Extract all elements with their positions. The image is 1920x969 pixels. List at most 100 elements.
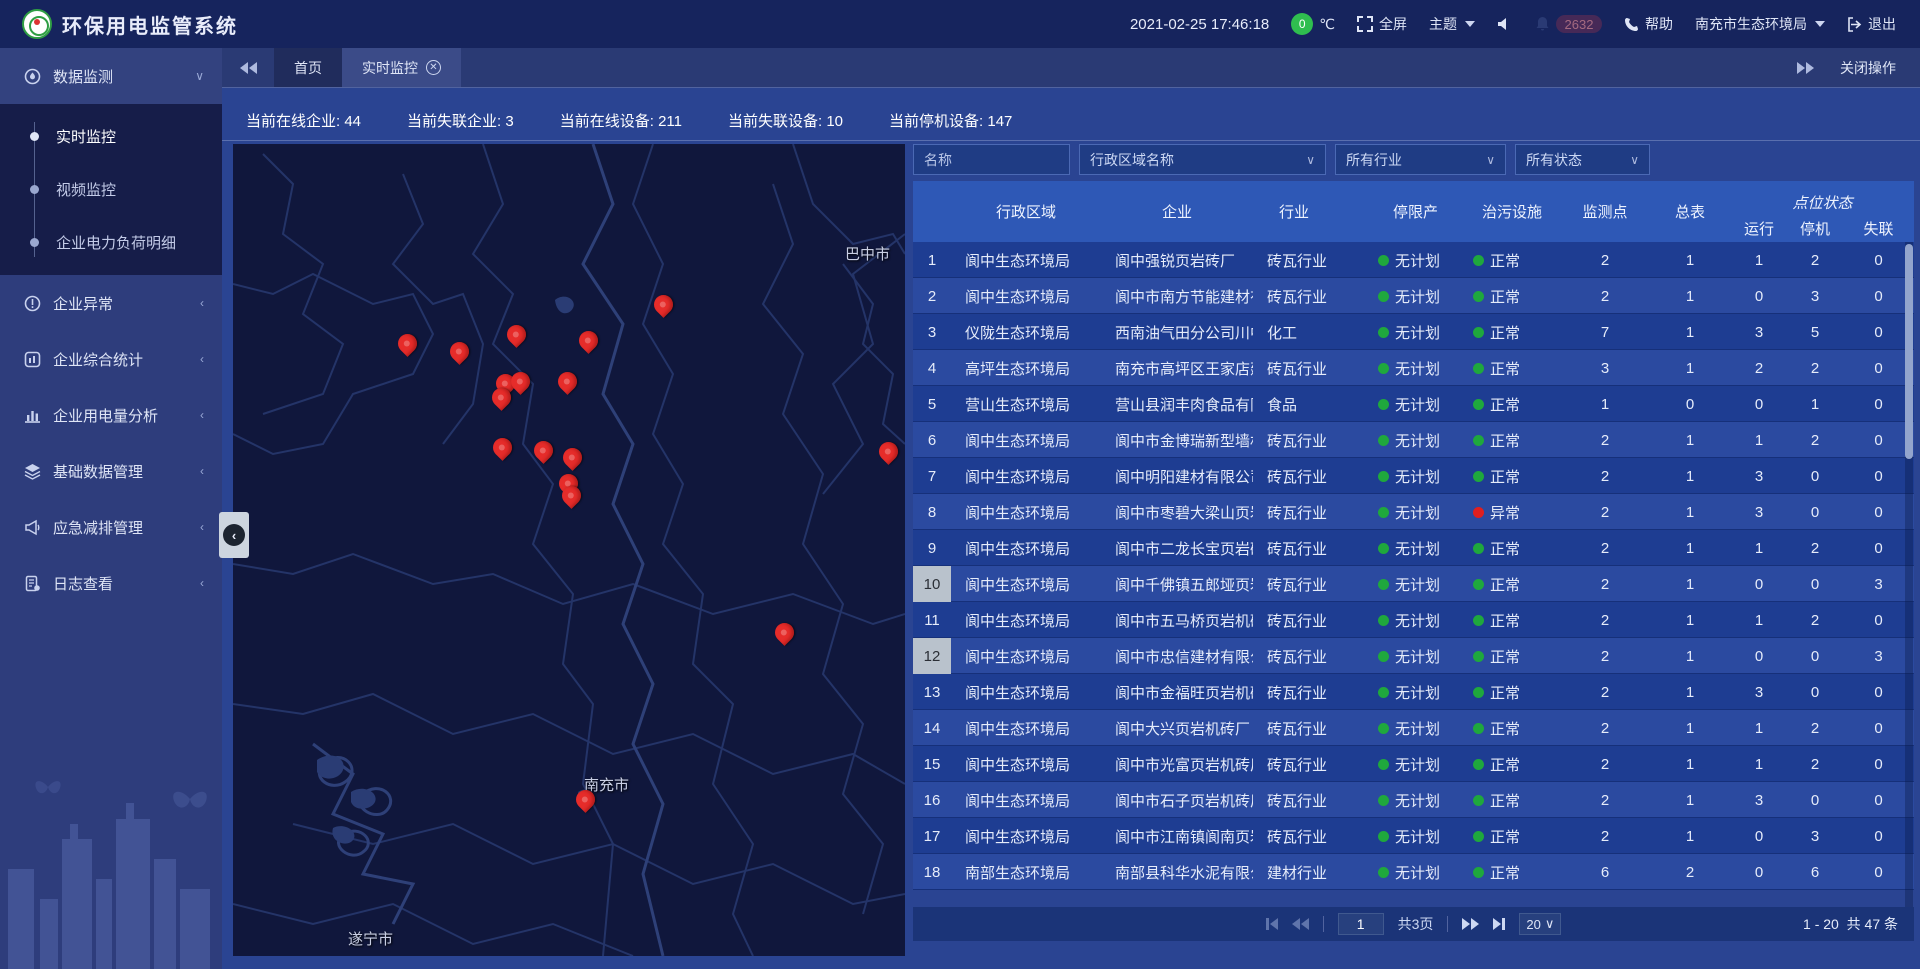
status-dot bbox=[1378, 687, 1389, 698]
close-operations-button[interactable]: 关闭操作 bbox=[1840, 58, 1896, 78]
logout-button[interactable]: 退出 bbox=[1847, 14, 1896, 34]
fullscreen-button[interactable]: 全屏 bbox=[1357, 14, 1407, 34]
sidebar-section-0[interactable]: 数据监测 ∨ bbox=[0, 48, 222, 104]
sidebar-section-6[interactable]: 日志查看 ‹ bbox=[0, 555, 222, 611]
row-stop-status: 无计划 bbox=[1368, 538, 1463, 559]
monitor-clock-icon bbox=[24, 68, 41, 85]
region-filter-select[interactable]: 行政区域名称 ∨ bbox=[1079, 144, 1326, 175]
sidebar-item-企业电力负荷明细[interactable]: 企业电力负荷明细 bbox=[0, 216, 222, 269]
col-industry: 行业 bbox=[1253, 181, 1368, 242]
help-button[interactable]: 帮助 bbox=[1624, 14, 1673, 34]
row-run: 0 bbox=[1731, 864, 1787, 881]
row-index: 18 bbox=[913, 854, 951, 890]
sidebar-section-5[interactable]: 应急减排管理 ‹ bbox=[0, 499, 222, 555]
table-row[interactable]: 6 阆中生态环境局 阆中市金博瑞新型墙材 砖瓦行业 无计划 正常 2 1 1 2… bbox=[913, 422, 1914, 458]
stat-value: 147 bbox=[987, 113, 1012, 130]
sidebar-section-1[interactable]: 企业异常 ‹ bbox=[0, 275, 222, 331]
row-index: 4 bbox=[913, 350, 951, 386]
map-city-label: 遂宁市 bbox=[348, 928, 393, 949]
table-row[interactable]: 7 阆中生态环境局 阆中明阳建材有限公司 砖瓦行业 无计划 正常 2 1 3 0… bbox=[913, 458, 1914, 494]
table-row[interactable]: 11 阆中生态环境局 阆中市五马桥页岩机砖 砖瓦行业 无计划 正常 2 1 1 … bbox=[913, 602, 1914, 638]
status-dot bbox=[1378, 255, 1389, 266]
table-body: 1 阆中生态环境局 阆中强锐页岩砖厂 砖瓦行业 无计划 正常 2 1 1 2 0… bbox=[913, 242, 1914, 907]
row-meters: 1 bbox=[1649, 792, 1731, 809]
last-page-button[interactable] bbox=[1493, 918, 1505, 930]
row-industry: 砖瓦行业 bbox=[1253, 250, 1368, 271]
stat-label: 当前失联设备: bbox=[728, 113, 822, 130]
table-row[interactable]: 15 阆中生态环境局 阆中市光富页岩机砖厂 砖瓦行业 无计划 正常 2 1 1 … bbox=[913, 746, 1914, 782]
table-header: 行政区域 企业 行业 停限产 治污设施 监测点 总表 点位状态 运行 停机 失联 bbox=[913, 181, 1914, 242]
table-row[interactable]: 4 高坪生态环境局 南充市高坪区王家店建 砖瓦行业 无计划 正常 3 1 2 2… bbox=[913, 350, 1914, 386]
close-icon[interactable]: ✕ bbox=[426, 60, 441, 75]
scrollbar-thumb[interactable] bbox=[1905, 244, 1913, 459]
skyline-decoration bbox=[0, 779, 222, 969]
table-row[interactable]: 5 营山生态环境局 营山县润丰肉食品有限 食品 无计划 正常 1 0 0 1 0 bbox=[913, 386, 1914, 422]
industry-filter-select[interactable]: 所有行业 ∨ bbox=[1335, 144, 1506, 175]
table-row[interactable]: 10 阆中生态环境局 阆中千佛镇五郎垭页岩 砖瓦行业 无计划 正常 2 1 0 … bbox=[913, 566, 1914, 602]
prev-page-button[interactable] bbox=[1292, 918, 1309, 930]
row-company: 阆中市江南镇阆南页岩 bbox=[1101, 826, 1253, 847]
table-row[interactable]: 3 仪陇生态环境局 西南油气田分公司川中 化工 无计划 正常 7 1 3 5 0 bbox=[913, 314, 1914, 350]
first-page-button[interactable] bbox=[1266, 918, 1278, 930]
table-row[interactable]: 16 阆中生态环境局 阆中市石子页岩机砖厂 砖瓦行业 无计划 正常 2 1 3 … bbox=[913, 782, 1914, 818]
page-size-select[interactable]: 20 ∨ bbox=[1519, 913, 1561, 935]
row-company: 阆中强锐页岩砖厂 bbox=[1101, 250, 1253, 271]
row-lost: 0 bbox=[1843, 396, 1914, 413]
sidebar-section-3[interactable]: 企业用电量分析 ‹ bbox=[0, 387, 222, 443]
chevron-down-icon: ∨ bbox=[1630, 153, 1639, 167]
chevron-left-icon: ‹ bbox=[200, 408, 204, 422]
row-industry: 砖瓦行业 bbox=[1253, 286, 1368, 307]
tab-label: 实时监控 bbox=[362, 58, 418, 78]
table-row[interactable]: 9 阆中生态环境局 阆中市二龙长宝页岩砖 砖瓦行业 无计划 正常 2 1 1 2… bbox=[913, 530, 1914, 566]
table-row[interactable]: 18 南部生态环境局 南部县科华水泥有限公 建材行业 无计划 正常 6 2 0 … bbox=[913, 854, 1914, 890]
status-filter-select[interactable]: 所有状态 ∨ bbox=[1515, 144, 1650, 175]
table-row[interactable]: 17 阆中生态环境局 阆中市江南镇阆南页岩 砖瓦行业 无计划 正常 2 1 0 … bbox=[913, 818, 1914, 854]
table-row[interactable]: 13 阆中生态环境局 阆中市金福旺页岩机砖 砖瓦行业 无计划 正常 2 1 3 … bbox=[913, 674, 1914, 710]
tab-realtime-monitor[interactable]: 实时监控 ✕ bbox=[342, 48, 461, 87]
table-row[interactable]: 2 阆中生态环境局 阆中市南方节能建材有 砖瓦行业 无计划 正常 2 1 0 3… bbox=[913, 278, 1914, 314]
name-filter-input[interactable] bbox=[924, 152, 1059, 168]
stat-item: 当前失联设备: 10 bbox=[728, 110, 843, 131]
table-row[interactable]: 14 阆中生态环境局 阆中大兴页岩机砖厂 砖瓦行业 无计划 正常 2 1 1 2… bbox=[913, 710, 1914, 746]
sidebar-section-4[interactable]: 基础数据管理 ‹ bbox=[0, 443, 222, 499]
table-row[interactable]: 1 阆中生态环境局 阆中强锐页岩砖厂 砖瓦行业 无计划 正常 2 1 1 2 0 bbox=[913, 242, 1914, 278]
map-collapse-toggle[interactable]: ‹ bbox=[219, 512, 249, 558]
row-stop-status: 无计划 bbox=[1368, 430, 1463, 451]
row-lost: 0 bbox=[1843, 756, 1914, 773]
name-filter[interactable] bbox=[913, 144, 1070, 175]
row-halt: 2 bbox=[1787, 540, 1843, 557]
row-company: 阆中市石子页岩机砖厂 bbox=[1101, 790, 1253, 811]
row-facility-status: 正常 bbox=[1463, 646, 1561, 667]
theme-menu[interactable]: 主题 bbox=[1429, 14, 1475, 34]
stat-value: 211 bbox=[658, 113, 682, 130]
row-industry: 砖瓦行业 bbox=[1253, 826, 1368, 847]
tabs-scroll-left-button[interactable] bbox=[222, 48, 274, 87]
table-row[interactable]: 8 阆中生态环境局 阆中市枣碧大梁山页岩 砖瓦行业 无计划 异常 2 1 3 0… bbox=[913, 494, 1914, 530]
map-panel[interactable]: 巴中市南充市遂宁市 bbox=[233, 144, 905, 956]
row-points: 2 bbox=[1561, 720, 1649, 737]
sidebar-section-label: 企业用电量分析 bbox=[53, 405, 158, 426]
table-scrollbar[interactable] bbox=[1905, 242, 1913, 907]
sidebar-item-实时监控[interactable]: 实时监控 bbox=[0, 110, 222, 163]
table-row[interactable]: 12 阆中生态环境局 阆中市忠信建材有限公 砖瓦行业 无计划 正常 2 1 0 … bbox=[913, 638, 1914, 674]
mute-button[interactable] bbox=[1497, 16, 1513, 32]
row-index: 8 bbox=[913, 494, 951, 530]
status-dot bbox=[1473, 651, 1484, 662]
tab-home[interactable]: 首页 bbox=[274, 48, 342, 87]
double-chevron-left-icon bbox=[240, 62, 257, 74]
row-meters: 1 bbox=[1649, 360, 1731, 377]
row-stop-status: 无计划 bbox=[1368, 322, 1463, 343]
sidebar-item-视频监控[interactable]: 视频监控 bbox=[0, 163, 222, 216]
row-region: 阆中生态环境局 bbox=[951, 250, 1101, 271]
chevron-down-icon: ∨ bbox=[1306, 153, 1315, 167]
row-lost: 3 bbox=[1843, 648, 1914, 665]
page-number-input[interactable] bbox=[1338, 913, 1384, 935]
sidebar-section-2[interactable]: 企业综合统计 ‹ bbox=[0, 331, 222, 387]
status-dot bbox=[1473, 471, 1484, 482]
row-run: 0 bbox=[1731, 288, 1787, 305]
notifications[interactable]: 2632 bbox=[1535, 15, 1602, 33]
next-page-button[interactable] bbox=[1462, 918, 1479, 930]
tabs-scroll-right-button[interactable] bbox=[1797, 62, 1814, 74]
region-filter-value: 行政区域名称 bbox=[1090, 150, 1174, 170]
org-menu[interactable]: 南充市生态环境局 bbox=[1695, 14, 1825, 34]
